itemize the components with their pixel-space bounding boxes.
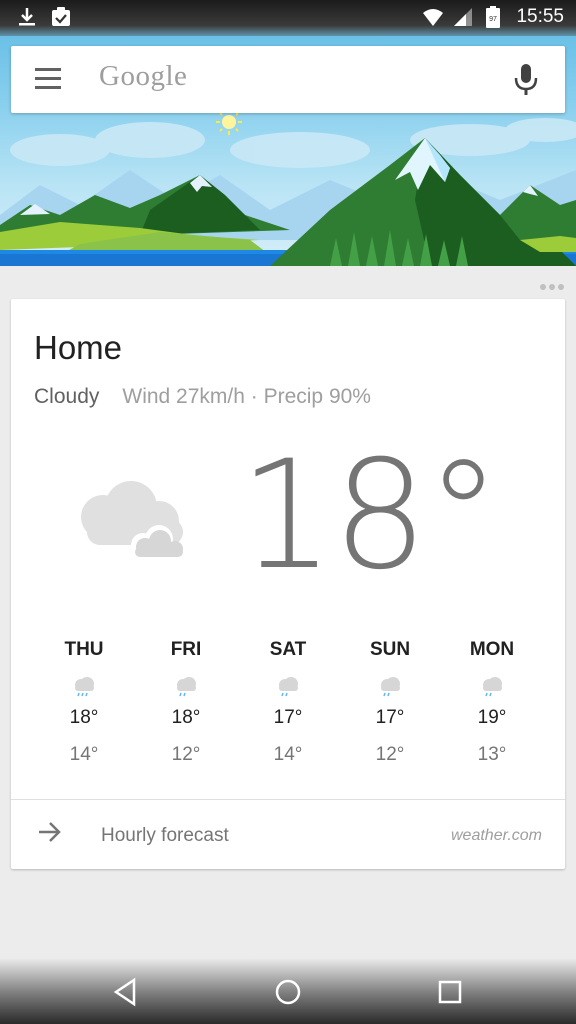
google-logo: Google <box>99 60 188 92</box>
mountain-landscape <box>0 109 576 266</box>
back-icon[interactable] <box>110 976 142 1008</box>
rain-cloud-icon <box>381 677 400 697</box>
high-temp: 17° <box>273 707 303 728</box>
wind-precip-text: Wind 27km/h · Precip 90% <box>122 385 371 408</box>
hourly-forecast-link[interactable]: Hourly forecast <box>101 825 229 847</box>
menu-icon[interactable] <box>35 68 63 90</box>
rain-cloud-icon <box>279 677 298 697</box>
svg-text:97: 97 <box>490 16 498 23</box>
condition-text: Cloudy <box>34 385 100 408</box>
low-temp: 14° <box>273 744 303 765</box>
arrow-right-icon[interactable] <box>37 821 63 843</box>
day-name: THU <box>64 639 104 660</box>
forecast-day: FRI 18° 12° <box>135 639 237 766</box>
source-link[interactable]: weather.com <box>451 827 542 845</box>
card-divider <box>11 799 565 800</box>
clipboard-check-icon <box>52 7 70 26</box>
low-temp: 12° <box>375 744 405 765</box>
high-temp: 18° <box>69 707 99 728</box>
day-name: FRI <box>170 639 202 660</box>
high-temp: 18° <box>171 707 201 728</box>
day-name: SAT <box>269 639 307 660</box>
recents-icon[interactable] <box>434 976 466 1008</box>
clock: 15:55 <box>516 6 564 27</box>
low-temp: 13° <box>477 744 507 765</box>
day-name: MON <box>469 639 515 660</box>
forecast-day: SUN 17° 12° <box>339 639 441 766</box>
location-title: Home <box>34 329 123 366</box>
status-bar: 97 15:55 <box>0 0 576 36</box>
low-temp: 14° <box>69 744 99 765</box>
cloudy-icon <box>81 481 183 559</box>
wifi-icon <box>423 9 444 26</box>
battery-icon: 97 <box>486 6 501 28</box>
card-more-menu[interactable] <box>540 284 564 290</box>
rain-cloud-icon <box>483 677 502 697</box>
rain-cloud-icon <box>75 677 94 697</box>
signal-icon <box>454 8 473 26</box>
forecast-row: THU 18° 14° FRI 18° 12° SAT 17° 14° SUN … <box>11 639 565 766</box>
low-temp: 12° <box>171 744 201 765</box>
forecast-day: MON 19° 13° <box>441 639 543 766</box>
forecast-day: SAT 17° 14° <box>237 639 339 766</box>
high-temp: 19° <box>477 707 507 728</box>
day-name: SUN <box>369 639 411 660</box>
download-icon <box>19 8 35 26</box>
rain-cloud-icon <box>177 677 196 697</box>
hero-banner <box>0 0 576 266</box>
home-icon[interactable] <box>272 976 304 1008</box>
current-temperature: 18° <box>239 429 501 603</box>
weather-summary: Cloudy Wind 27km/h · Precip 90% <box>34 385 371 409</box>
search-box[interactable]: Google <box>11 46 565 113</box>
forecast-day: THU 18° 14° <box>33 639 135 766</box>
mic-icon[interactable] <box>513 63 539 97</box>
high-temp: 17° <box>375 707 405 728</box>
weather-card[interactable]: Home Cloudy Wind 27km/h · Precip 90% 18°… <box>11 299 565 869</box>
navigation-bar <box>0 958 576 1024</box>
